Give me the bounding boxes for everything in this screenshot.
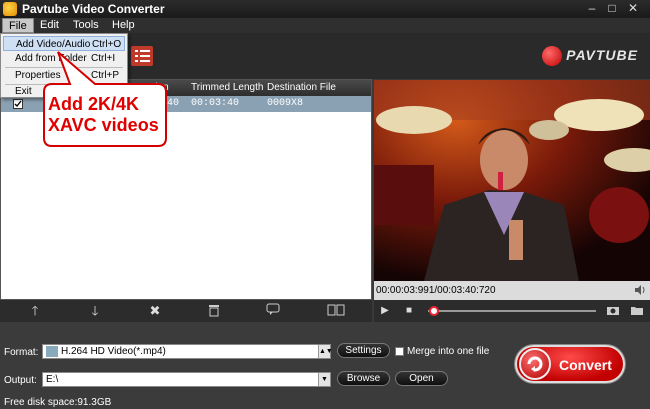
callout-line-2: XAVC videos xyxy=(48,115,159,135)
callout-bubble xyxy=(43,51,167,147)
callout-line-1: Add 2K/4K xyxy=(48,94,140,114)
callout-text: Add 2K/4K XAVC videos xyxy=(48,94,159,136)
